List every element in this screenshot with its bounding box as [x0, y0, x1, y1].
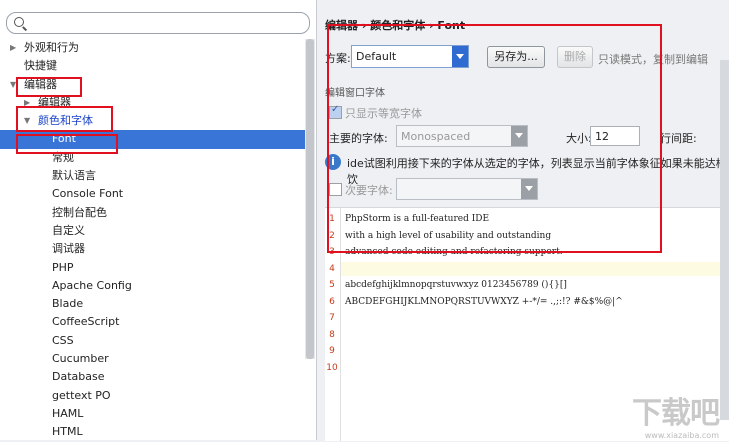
- code-line: with a high level of usability and outst…: [345, 230, 552, 241]
- line-number: 10: [326, 362, 338, 373]
- sidebar-item-label: 外观和行为: [24, 41, 79, 54]
- monospace-only-checkbox[interactable]: [329, 104, 342, 119]
- scheme-select[interactable]: Default: [351, 45, 469, 68]
- watermark-url: www.xiazaiba.com: [644, 431, 719, 440]
- line-number: 5: [329, 280, 335, 290]
- expand-arrow-icon[interactable]: ▼: [10, 76, 16, 94]
- search-input[interactable]: [6, 12, 310, 34]
- settings-sidebar: ▶ 外观和行为快捷键 ▼ 编辑器 ▶ 编辑器 ▼ 颜色和字体 Font 常规默认语言 Console…: [0, 0, 317, 440]
- code-line: advanced code editing and refactoring su…: [345, 247, 563, 257]
- collapse-arrow-icon[interactable]: ▶: [10, 39, 16, 57]
- sidebar-item-label: CSS: [52, 333, 74, 347]
- sidebar-item-label: PHP: [52, 260, 74, 274]
- monospace-only-label: 只显示等宽字体: [345, 107, 422, 120]
- sidebar-item[interactable]: ▶ 编辑器: [0, 94, 305, 112]
- breadcrumb: 编辑器 › 颜色和字体 › Font: [325, 19, 466, 32]
- sidebar-item-label: CoffeeScript: [52, 315, 120, 329]
- sidebar-item-label: Console Font: [52, 187, 124, 201]
- collapse-arrow-icon[interactable]: ▶: [24, 94, 30, 112]
- sidebar-item[interactable]: Console Font: [0, 185, 305, 203]
- caret-line-highlight: [341, 262, 729, 276]
- sidebar-item-label: Cucumber: [52, 352, 109, 366]
- primary-font-label: 主要的字体:: [329, 132, 388, 145]
- sidebar-item-label: Blade: [52, 297, 84, 311]
- sidebar-item[interactable]: 调试器: [0, 240, 305, 258]
- size-label: 大小:: [566, 132, 592, 145]
- info-icon: i: [325, 154, 341, 170]
- sidebar-item-label: gettext PO: [52, 388, 111, 402]
- code-line: ABCDEFGHIJKLMNOPQRSTUVWXYZ +-*/= .,;:!? …: [345, 296, 623, 307]
- scheme-value: Default: [356, 50, 397, 63]
- chevron-down-icon[interactable]: [511, 126, 527, 146]
- sidebar-item-label: Apache Config: [52, 278, 132, 292]
- sidebar-item[interactable]: Apache Config: [0, 277, 305, 295]
- sidebar-item[interactable]: Cucumber: [0, 350, 305, 368]
- sidebar-scrollbar-thumb[interactable]: [306, 39, 314, 359]
- sidebar-item[interactable]: ▶ 外观和行为: [0, 39, 305, 57]
- line-number: 1: [329, 214, 335, 224]
- sidebar-item[interactable]: 快捷键: [0, 57, 305, 75]
- sidebar-item-label: Font: [52, 132, 76, 146]
- expand-arrow-icon[interactable]: ▼: [24, 112, 30, 130]
- sidebar-item[interactable]: gettext PO: [0, 387, 305, 405]
- sidebar-item-label: 常规: [52, 150, 74, 164]
- secondary-font-checkbox[interactable]: [329, 183, 342, 196]
- sidebar-scrollbar[interactable]: [305, 39, 315, 359]
- sidebar-item-label: 快捷键: [24, 59, 57, 73]
- line-number: 7: [329, 313, 335, 323]
- sidebar-item-label: 颜色和字体: [38, 114, 93, 128]
- secondary-font-select[interactable]: [396, 178, 538, 200]
- sidebar-item-label: 自定义: [52, 223, 85, 237]
- sidebar-item[interactable]: Blade: [0, 295, 305, 313]
- sidebar-item[interactable]: 常规: [0, 149, 305, 167]
- search-icon: [14, 17, 24, 27]
- line-number: 2: [329, 230, 335, 241]
- sidebar-item[interactable]: ▼ 编辑器: [0, 76, 305, 94]
- sidebar-item-label: HTML: [52, 425, 83, 439]
- delete-button[interactable]: 删除: [557, 46, 593, 68]
- chevron-down-icon[interactable]: [452, 46, 468, 67]
- line-number: 4: [329, 263, 335, 274]
- sidebar-item-label: 编辑器: [38, 95, 71, 109]
- sidebar-item-label: 控制台配色: [52, 205, 107, 219]
- sidebar-item-label: 默认语言: [52, 169, 96, 183]
- sidebar-item-label: HAML: [52, 406, 84, 420]
- settings-tree: ▶ 外观和行为快捷键 ▼ 编辑器 ▶ 编辑器 ▼ 颜色和字体 Font 常规默认语言 Console…: [0, 39, 305, 442]
- panel-scrollbar[interactable]: [720, 60, 729, 420]
- secondary-font-label: 次要字体:: [345, 184, 393, 197]
- code-line: abcdefghijklmnopqrstuvwxyz 0123456789 ()…: [345, 280, 567, 290]
- line-number: 8: [329, 329, 335, 340]
- line-number: 6: [329, 296, 335, 307]
- line-number: 9: [329, 346, 335, 356]
- primary-font-select[interactable]: Monospaced: [396, 125, 528, 147]
- code-line: PhpStorm is a full-featured IDE: [345, 214, 490, 224]
- sidebar-item[interactable]: CoffeeScript: [0, 313, 305, 331]
- primary-font-value: Monospaced: [401, 130, 471, 143]
- section-title: 编辑窗口字体: [325, 88, 385, 99]
- sidebar-item[interactable]: Font: [0, 130, 305, 149]
- watermark-logo: 下载吧: [632, 396, 720, 431]
- line-number-gutter: 1 2 3 4 5 6 7 8 9 10: [325, 208, 341, 441]
- sidebar-item[interactable]: PHP: [0, 259, 305, 277]
- sidebar-item-label: Database: [52, 370, 105, 384]
- scheme-label: 方案:: [325, 52, 351, 65]
- readonly-note: 只读模式，复制到编辑: [598, 53, 708, 66]
- sidebar-item[interactable]: HTML: [0, 423, 305, 441]
- sidebar-item[interactable]: ▼ 颜色和字体: [0, 112, 305, 130]
- sidebar-item-label: 调试器: [52, 242, 85, 256]
- sidebar-item-label: 编辑器: [24, 77, 57, 91]
- sidebar-item[interactable]: 自定义: [0, 222, 305, 240]
- sidebar-item[interactable]: Database: [0, 368, 305, 386]
- save-as-button[interactable]: 另存为...: [487, 46, 545, 68]
- line-number: 3: [329, 247, 335, 257]
- size-value: 12: [595, 130, 609, 143]
- sidebar-item[interactable]: HAML: [0, 405, 305, 423]
- line-spacing-label: 行间距:: [660, 132, 697, 145]
- font-settings-panel: 编辑器 › 颜色和字体 › Font 方案: Default 另存为... 删除…: [317, 0, 729, 441]
- chevron-down-icon[interactable]: [521, 179, 537, 199]
- sidebar-item[interactable]: 默认语言: [0, 167, 305, 185]
- size-field[interactable]: 12: [590, 126, 640, 146]
- sidebar-item[interactable]: 控制台配色: [0, 204, 305, 222]
- sidebar-item[interactable]: CSS: [0, 332, 305, 350]
